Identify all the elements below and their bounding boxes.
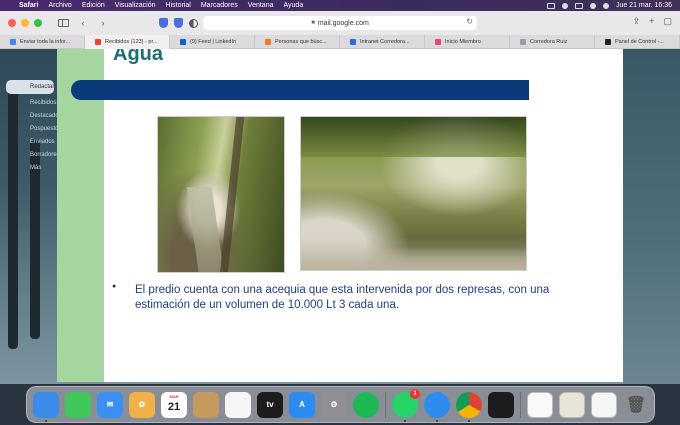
dock: ✉ ✿ MAR 21 tv A ⚙ 1 🗑 [26, 386, 655, 423]
zoom-window-button[interactable] [34, 19, 42, 27]
dark-mode-icon[interactable] [189, 18, 198, 28]
contacts-icon[interactable] [193, 391, 219, 418]
slide-header-bar [71, 80, 529, 100]
dock-separator [385, 391, 386, 418]
calendar-icon[interactable]: MAR 21 [161, 391, 187, 418]
menu-clock[interactable]: Jue 21 mar. 16:36 [616, 2, 672, 9]
forward-button[interactable]: › [97, 18, 109, 28]
extension-icon[interactable] [159, 18, 168, 28]
tab-7[interactable]: Corredora Ruiz [510, 35, 595, 49]
spotify-icon[interactable] [353, 391, 379, 418]
site-icon [350, 39, 356, 45]
url-text[interactable]: mail.google.com [318, 20, 369, 27]
menu-archivo[interactable]: Archivo [48, 2, 71, 9]
close-window-button[interactable] [8, 19, 16, 27]
finder-icon[interactable] [33, 391, 59, 422]
browser-toolbar: ‹ › ■ mail.google.com ↻ ⇪ + ▢ [0, 11, 680, 35]
running-indicator [404, 419, 406, 422]
minimize-window-button[interactable] [21, 19, 29, 27]
menu-extras: Jue 21 mar. 16:36 [546, 0, 672, 11]
battery-icon[interactable] [574, 2, 583, 9]
window-controls [8, 19, 42, 27]
running-indicator [468, 419, 470, 422]
tab-2[interactable]: Recibidos (123) - pr... [85, 35, 170, 49]
wifi-icon[interactable] [589, 2, 596, 9]
safari-icon[interactable] [424, 391, 450, 422]
reminders-icon[interactable] [225, 391, 251, 418]
gmail-icon [95, 39, 101, 45]
running-indicator [436, 419, 438, 422]
tab-5[interactable]: Intranet Corredora... [340, 35, 425, 49]
menu-marcadores[interactable]: Marcadores [201, 2, 238, 9]
menu-edicion[interactable]: Edición [82, 2, 105, 9]
screen-icon[interactable] [546, 2, 555, 9]
menu-historial[interactable]: Historial [166, 2, 191, 9]
toolbar-right: ⇪ + ▢ [633, 16, 672, 27]
recent-document-thumbnail[interactable] [591, 391, 617, 418]
lock-icon: ■ [311, 20, 315, 26]
whatsapp-icon[interactable]: 1 [392, 388, 420, 422]
photos-icon[interactable]: ✿ [129, 391, 155, 418]
privacy-shield-icon[interactable] [174, 18, 183, 28]
site-icon [605, 39, 611, 45]
linkedin-icon [180, 39, 186, 45]
app-store-icon[interactable]: A [289, 391, 315, 418]
tab-1[interactable]: Enviar toda la infor... [0, 35, 85, 49]
slide-bullet-text: El predio cuenta con una acequia que est… [135, 284, 550, 311]
tab-8[interactable]: Panel de Control -... [595, 35, 680, 49]
acequia-photo [157, 116, 285, 273]
new-tab-icon[interactable]: + [649, 16, 654, 27]
sidebar-item-drafts[interactable]: Borradores [0, 152, 60, 165]
share-icon[interactable]: ⇪ [633, 16, 641, 27]
dock-separator [520, 391, 521, 418]
slide-preview: Agua ● El predio cuenta con una acequia … [57, 49, 623, 382]
search-icon[interactable] [602, 2, 609, 9]
sidebar-item-snoozed[interactable]: Pospuestos [0, 126, 61, 139]
menu-visualizacion[interactable]: Visualización [115, 2, 156, 9]
running-indicator [45, 419, 47, 422]
site-icon [520, 39, 526, 45]
tab-4[interactable]: Personas que búsc... [255, 35, 340, 49]
tab-6[interactable]: Inicio Miembro [425, 35, 510, 49]
notification-badge: 1 [410, 388, 420, 399]
sidebar-item-sent[interactable]: Enviados [0, 139, 57, 152]
gmail-sidebar: Redactar Recibidos Destacados Pospuestos… [0, 80, 62, 178]
menu-bar: Safari Archivo Edición Visualización His… [0, 0, 680, 11]
tab-overview-icon[interactable]: ▢ [663, 16, 672, 27]
voice-memos-icon[interactable] [488, 391, 514, 418]
gmail-right-panel [623, 49, 680, 384]
compose-button[interactable]: Redactar [6, 80, 54, 94]
menu-app-name[interactable]: Safari [19, 2, 38, 9]
sidebar-item-inbox[interactable]: Recibidos [0, 100, 57, 113]
site-icon [435, 39, 441, 45]
tab-bar: Enviar toda la infor... Recibidos (123) … [0, 35, 680, 49]
messages-icon[interactable] [65, 391, 91, 418]
site-icon [265, 39, 271, 45]
trash-icon[interactable]: 🗑 [623, 392, 649, 418]
sidebar-toggle-icon[interactable] [58, 19, 69, 27]
bullet-icon: ● [112, 283, 117, 290]
recent-document-thumbnail[interactable] [527, 391, 553, 418]
system-settings-icon[interactable]: ⚙ [321, 391, 347, 418]
pond-photo [300, 116, 527, 271]
status-icon[interactable] [561, 2, 568, 9]
back-button[interactable]: ‹ [77, 18, 89, 28]
tab-3[interactable]: (9) Feed | LinkedIn [170, 35, 255, 49]
slide-title: Agua [113, 49, 163, 65]
sidebar-item-more[interactable]: Más [0, 165, 57, 178]
mail-icon[interactable]: ✉ [97, 391, 123, 418]
menu-ventana[interactable]: Ventana [248, 2, 274, 9]
sidebar-item-starred[interactable]: Destacados [0, 113, 62, 126]
address-bar[interactable]: ■ mail.google.com ↻ [203, 16, 477, 30]
google-icon [10, 39, 16, 45]
menu-ayuda[interactable]: Ayuda [283, 2, 303, 9]
recent-document-thumbnail[interactable] [559, 391, 585, 418]
chrome-icon[interactable] [456, 391, 482, 422]
tv-icon[interactable]: tv [257, 391, 283, 418]
reload-icon[interactable]: ↻ [466, 17, 473, 26]
